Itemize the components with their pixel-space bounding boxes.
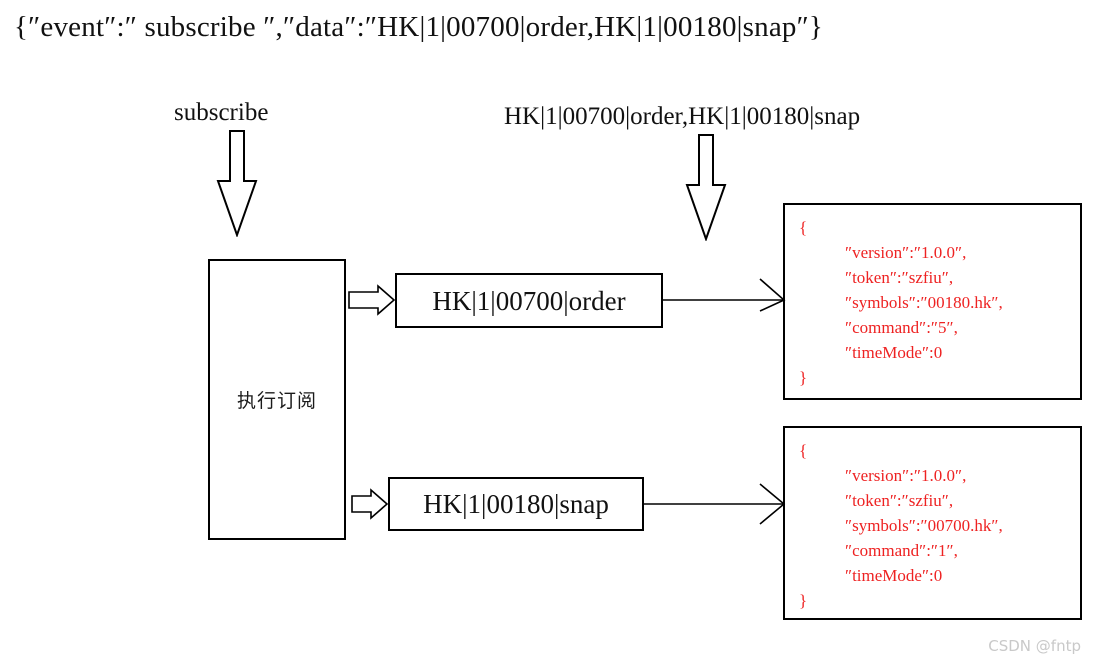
- command-box-snap-label: HK|1|00180|snap: [423, 489, 609, 519]
- payload-snap-close-brace: }: [799, 591, 808, 610]
- diagram-canvas: {″event″:″ subscribe ″,″data″:″HK|1|0070…: [0, 0, 1097, 667]
- payload-order-line-timemode: ″timeMode″:0: [799, 340, 1080, 365]
- payload-snap-open-brace: {: [799, 441, 808, 460]
- block-arrow-down-subscribe: [216, 130, 258, 237]
- payload-order-line-version: ″version″:″1.0.0″,: [799, 240, 1080, 265]
- payload-box-snap: { ″version″:″1.0.0″, ″token″:″szfiu″, ″s…: [783, 426, 1082, 620]
- payload-snap-symbols: ″symbols″:″00700.hk″,: [845, 516, 1003, 535]
- payload-order-token: ″token″:″szfiu″,: [845, 268, 954, 287]
- connector-order-to-payload: [663, 278, 786, 312]
- payload-snap-line-version: ″version″:″1.0.0″,: [799, 463, 1080, 488]
- payload-snap-command: ″command″:″1″,: [845, 541, 958, 560]
- process-box-execute-subscribe: 执行订阅: [208, 259, 346, 540]
- payload-snap-line-symbols: ″symbols″:″00700.hk″,: [799, 513, 1080, 538]
- payload-order-close-brace: }: [799, 368, 808, 387]
- block-arrow-right-order: [348, 284, 396, 316]
- payload-order-line-symbols: ″symbols″:″00180.hk″,: [799, 290, 1080, 315]
- payload-order-line-token: ″token″:″szfiu″,: [799, 265, 1080, 290]
- callout-label-data: HK|1|00700|order,HK|1|00180|snap: [504, 103, 861, 130]
- payload-box-order: { ″version″:″1.0.0″, ″token″:″szfiu″, ″s…: [783, 203, 1082, 400]
- payload-snap-line-token: ″token″:″szfiu″,: [799, 488, 1080, 513]
- payload-snap-token: ″token″:″szfiu″,: [845, 491, 954, 510]
- payload-order-open-brace: {: [799, 218, 808, 237]
- header-expression: {″event″:″ subscribe ″,″data″:″HK|1|0070…: [14, 11, 823, 43]
- callout-label-subscribe: subscribe: [174, 99, 269, 126]
- process-box-label: 执行订阅: [236, 390, 317, 412]
- command-box-order: HK|1|00700|order: [395, 273, 663, 328]
- command-box-snap: HK|1|00180|snap: [388, 477, 644, 531]
- payload-snap-version: ″version″:″1.0.0″,: [845, 466, 967, 485]
- command-box-order-label: HK|1|00700|order: [432, 285, 626, 316]
- block-arrow-right-snap: [351, 488, 389, 520]
- payload-order-line-command: ″command″:″5″,: [799, 315, 1080, 340]
- payload-order-command: ″command″:″5″,: [845, 318, 958, 337]
- payload-order-symbols: ″symbols″:″00180.hk″,: [845, 293, 1003, 312]
- payload-snap-line-timemode: ″timeMode″:0: [799, 563, 1080, 588]
- payload-snap-timemode: ″timeMode″:0: [845, 566, 943, 585]
- connector-snap-to-payload: [644, 483, 786, 525]
- payload-order-version: ″version″:″1.0.0″,: [845, 243, 967, 262]
- payload-snap-line-command: ″command″:″1″,: [799, 538, 1080, 563]
- block-arrow-down-data: [685, 134, 727, 241]
- watermark: CSDN @fntp: [988, 637, 1081, 655]
- payload-order-timemode: ″timeMode″:0: [845, 343, 943, 362]
